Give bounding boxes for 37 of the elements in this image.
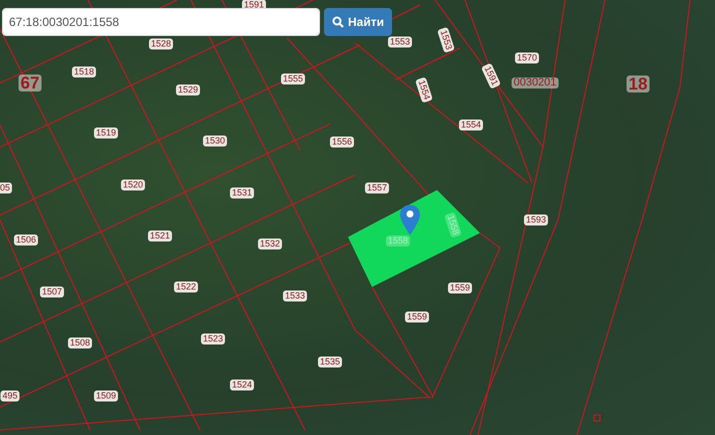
parcel-number-label: 1508 xyxy=(68,338,92,348)
parcel-number-label: 1533 xyxy=(282,290,308,302)
map-marker-square-icon xyxy=(594,414,600,422)
parcel-number-label: 1553 xyxy=(388,36,412,48)
parcel-number-label: 1507 xyxy=(40,286,64,298)
parcel-number-label: 1570 xyxy=(514,52,540,64)
parcel-number-label: 1519 xyxy=(94,128,118,138)
district-number-label: 18 xyxy=(626,76,650,92)
parcel-number-label: 1558 xyxy=(444,212,462,238)
parcel-number-label: 1530 xyxy=(202,136,228,146)
parcel-number-label: 1518 xyxy=(72,66,96,78)
parcel-number-label: 1554 xyxy=(458,120,484,130)
parcel-number-label: 1593 xyxy=(524,214,548,226)
parcel-number-label: 1506 xyxy=(14,234,38,246)
parcel-number-label: 1559 xyxy=(448,282,472,294)
parcel-number-label: 05 xyxy=(0,182,12,194)
search-button[interactable]: Найти xyxy=(324,8,392,36)
parcel-number-label: 1555 xyxy=(280,74,306,84)
parcel-number-label: 1529 xyxy=(176,84,200,96)
parcel-number-label: 1559 xyxy=(404,312,430,322)
search-field[interactable]: 67:18:0030201:1558 xyxy=(2,8,320,36)
parcel-number-label: 1558 xyxy=(386,236,410,246)
parcel-number-label: 1557 xyxy=(364,182,390,194)
parcel-number-label: 1522 xyxy=(174,282,198,292)
parcel-number-label: 1532 xyxy=(258,238,282,250)
search-icon xyxy=(332,16,344,28)
parcel-number-label: 1535 xyxy=(318,356,342,368)
parcel-number-label: 1520 xyxy=(120,180,146,190)
parcel-number-label: 1509 xyxy=(94,390,118,402)
parcel-number-label: 1531 xyxy=(230,188,254,198)
parcel-number-label: 495 xyxy=(0,390,20,402)
parcel-number-label: 1524 xyxy=(230,380,254,390)
parcel-number-label: 1528 xyxy=(148,38,174,50)
parcel-number-label: 1521 xyxy=(148,230,172,242)
parcel-number-label: 1523 xyxy=(200,334,226,344)
parcel-number-label: 1556 xyxy=(330,136,354,148)
map-pin-icon[interactable] xyxy=(400,205,420,235)
